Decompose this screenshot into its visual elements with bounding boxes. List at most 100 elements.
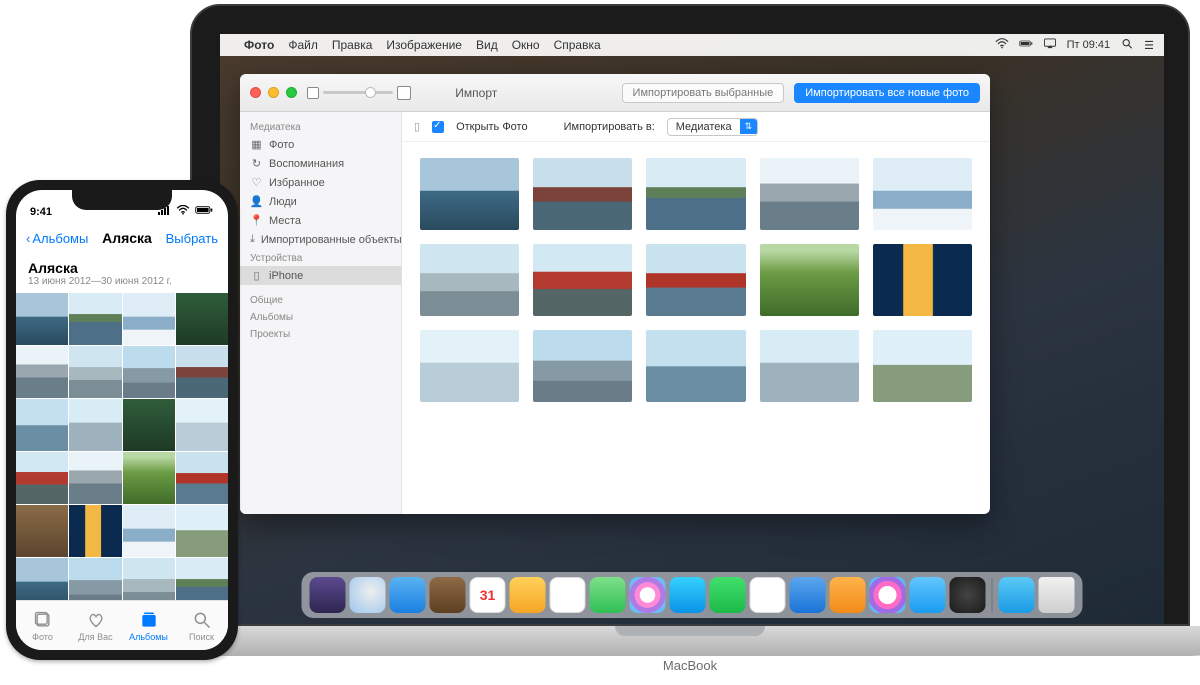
import-photo[interactable] <box>873 244 972 316</box>
macbook-device: Фото Файл Правка Изображение Вид Окно Сп… <box>190 4 1190 673</box>
dock-appstore-icon[interactable] <box>910 577 946 613</box>
import-photo[interactable] <box>420 158 519 230</box>
sidebar-item-places[interactable]: 📍Места <box>240 211 401 230</box>
dock-facetime-icon[interactable] <box>710 577 746 613</box>
photo-thumb[interactable] <box>69 505 121 557</box>
sidebar-item-iphone[interactable]: ▯iPhone <box>240 266 401 285</box>
album-name: Аляска <box>28 260 216 276</box>
back-button[interactable]: ‹Альбомы <box>26 231 88 246</box>
import-photo[interactable] <box>873 330 972 402</box>
sidebar-header-shared[interactable]: Общие <box>240 291 401 308</box>
tab-search[interactable]: Поиск <box>175 601 228 650</box>
dock-notes-icon[interactable] <box>510 577 546 613</box>
menubar-clock[interactable]: Пт 09:41 <box>1067 39 1111 51</box>
photo-thumb[interactable] <box>123 452 175 504</box>
dock-itunes-icon[interactable] <box>870 577 906 613</box>
photo-thumb[interactable] <box>123 346 175 398</box>
tab-foryou[interactable]: Для Вас <box>69 601 122 650</box>
spotlight-icon[interactable] <box>1120 38 1134 52</box>
wifi-icon[interactable] <box>995 38 1009 52</box>
dock-messages-icon[interactable] <box>670 577 706 613</box>
import-photo[interactable] <box>420 244 519 316</box>
photo-thumb[interactable] <box>69 293 121 345</box>
tab-albums[interactable]: Альбомы <box>122 601 175 650</box>
photo-thumb[interactable] <box>16 346 68 398</box>
photo-thumb[interactable] <box>123 399 175 451</box>
dock-numbers-icon[interactable] <box>750 577 786 613</box>
photo-thumb[interactable] <box>176 452 228 504</box>
photo-thumb[interactable] <box>123 558 175 600</box>
dock-contacts-icon[interactable] <box>430 577 466 613</box>
dock-preferences-icon[interactable] <box>950 577 986 613</box>
photo-thumb[interactable] <box>16 293 68 345</box>
notification-center-icon[interactable]: ☰ <box>1144 39 1154 52</box>
import-destination-select[interactable]: Медиатека ⇅ <box>667 118 758 136</box>
minimize-button[interactable] <box>268 87 279 98</box>
sidebar-item-favorites[interactable]: ♡Избранное <box>240 173 401 192</box>
import-photo[interactable] <box>420 330 519 402</box>
import-photo[interactable] <box>760 330 859 402</box>
import-photo[interactable] <box>533 244 632 316</box>
close-button[interactable] <box>250 87 261 98</box>
import-photo[interactable] <box>533 330 632 402</box>
import-photo[interactable] <box>533 158 632 230</box>
import-photo[interactable] <box>646 244 745 316</box>
dock-mail-icon[interactable] <box>390 577 426 613</box>
menu-edit[interactable]: Правка <box>332 38 373 52</box>
photo-thumb[interactable] <box>176 293 228 345</box>
menu-image[interactable]: Изображение <box>386 38 462 52</box>
sidebar-item-photos[interactable]: ▦Фото <box>240 135 401 154</box>
dock-trash-icon[interactable] <box>1039 577 1075 613</box>
dock-reminders-icon[interactable] <box>550 577 586 613</box>
import-all-button[interactable]: Импортировать все новые фото <box>794 83 980 103</box>
menubar-app-name[interactable]: Фото <box>244 38 274 52</box>
menu-file[interactable]: Файл <box>288 38 318 52</box>
zoom-button[interactable] <box>286 87 297 98</box>
airplay-icon[interactable] <box>1043 38 1057 52</box>
battery-icon[interactable] <box>1019 38 1033 52</box>
photo-thumb[interactable] <box>176 399 228 451</box>
menu-view[interactable]: Вид <box>476 38 498 52</box>
photo-thumb[interactable] <box>16 452 68 504</box>
menu-window[interactable]: Окно <box>512 38 540 52</box>
photo-thumb[interactable] <box>123 505 175 557</box>
photo-grid[interactable] <box>16 293 228 600</box>
import-photo[interactable] <box>873 158 972 230</box>
sidebar-header-projects[interactable]: Проекты <box>240 325 401 342</box>
sidebar-item-memories[interactable]: ↻Воспоминания <box>240 154 401 173</box>
photo-thumb[interactable] <box>16 505 68 557</box>
dock-photos-icon[interactable] <box>630 577 666 613</box>
dock-safari-icon[interactable] <box>350 577 386 613</box>
photo-thumb[interactable] <box>176 505 228 557</box>
import-photo[interactable] <box>760 158 859 230</box>
dock-calendar-icon[interactable]: 31 <box>470 577 506 613</box>
sidebar-header-albums[interactable]: Альбомы <box>240 308 401 325</box>
import-selected-button[interactable]: Импортировать выбранные <box>622 83 785 103</box>
photo-thumb[interactable] <box>69 452 121 504</box>
import-photo[interactable] <box>760 244 859 316</box>
photo-thumb[interactable] <box>176 346 228 398</box>
photo-thumb[interactable] <box>69 346 121 398</box>
window-titlebar[interactable]: Импорт Импортировать выбранные Импортиро… <box>240 74 990 112</box>
import-photo[interactable] <box>646 330 745 402</box>
dock-finder-icon[interactable] <box>310 577 346 613</box>
open-photos-checkbox[interactable] <box>432 121 444 133</box>
photo-thumb[interactable] <box>16 399 68 451</box>
menu-help[interactable]: Справка <box>554 38 601 52</box>
photo-thumb[interactable] <box>176 558 228 600</box>
import-photo[interactable] <box>646 158 745 230</box>
photo-thumb[interactable] <box>69 558 121 600</box>
zoom-small-icon <box>307 87 319 99</box>
ios-tabbar: Фото Для Вас Альбомы Поиск <box>16 600 228 650</box>
dock-pages-icon[interactable] <box>790 577 826 613</box>
dock-keynote-icon[interactable] <box>830 577 866 613</box>
tab-photos[interactable]: Фото <box>16 601 69 650</box>
dock-downloads-icon[interactable] <box>999 577 1035 613</box>
photo-thumb[interactable] <box>69 399 121 451</box>
dock-maps-icon[interactable] <box>590 577 626 613</box>
sidebar-item-imports[interactable]: ⤓Импортированные объекты <box>240 230 401 249</box>
photo-thumb[interactable] <box>16 558 68 600</box>
photo-thumb[interactable] <box>123 293 175 345</box>
sidebar-item-people[interactable]: 👤Люди <box>240 192 401 211</box>
select-button[interactable]: Выбрать <box>166 231 218 246</box>
